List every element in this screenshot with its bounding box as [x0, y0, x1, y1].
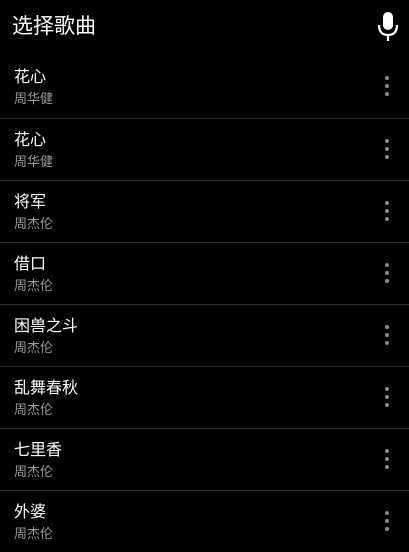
song-list-item[interactable]: 乱舞春秋 周杰伦	[0, 366, 409, 428]
song-list-item[interactable]: 七里香 周杰伦	[0, 428, 409, 490]
song-overflow-menu-button[interactable]	[378, 384, 396, 410]
more-vertical-icon	[385, 325, 389, 345]
song-artist: 周杰伦	[14, 279, 54, 294]
song-artist: 周杰伦	[14, 341, 54, 356]
song-list-item[interactable]: 花心 周华健	[0, 118, 409, 180]
more-vertical-icon	[385, 387, 389, 407]
song-artist: 周杰伦	[14, 465, 54, 480]
song-title: 困兽之斗	[14, 316, 79, 335]
song-artist: 周杰伦	[14, 403, 54, 418]
song-overflow-menu-button[interactable]	[378, 508, 396, 534]
song-list-item[interactable]: 困兽之斗 周杰伦	[0, 304, 409, 366]
voice-search-button[interactable]	[374, 10, 402, 44]
song-title: 将军	[14, 192, 47, 211]
song-artist: 周华健	[14, 92, 54, 107]
song-list-item[interactable]: 将军 周杰伦	[0, 180, 409, 242]
song-title: 七里香	[14, 440, 63, 459]
song-overflow-menu-button[interactable]	[378, 260, 396, 286]
more-vertical-icon	[385, 263, 389, 283]
more-vertical-icon	[385, 511, 389, 531]
song-list-item[interactable]: 借口 周杰伦	[0, 242, 409, 304]
song-overflow-menu-button[interactable]	[378, 73, 396, 99]
song-title: 借口	[14, 254, 47, 273]
microphone-icon	[377, 12, 399, 41]
song-title: 外婆	[14, 502, 47, 521]
song-title: 乱舞春秋	[14, 378, 79, 397]
song-overflow-menu-button[interactable]	[378, 446, 396, 472]
page-title: 选择歌曲	[12, 14, 96, 38]
more-vertical-icon	[385, 201, 389, 221]
more-vertical-icon	[385, 449, 389, 469]
song-title: 花心	[14, 130, 47, 149]
song-list: 花心 周华健 花心 周华健 将军 周杰伦 借口 周杰伦 困兽之斗 周杰伦 乱舞春…	[0, 56, 409, 552]
song-overflow-menu-button[interactable]	[378, 136, 396, 162]
more-vertical-icon	[385, 139, 389, 159]
app-bar: 选择歌曲	[0, 0, 409, 56]
song-list-item[interactable]: 外婆 周杰伦	[0, 490, 409, 552]
song-list-item[interactable]: 花心 周华健	[0, 56, 409, 118]
more-vertical-icon	[385, 76, 389, 96]
song-title: 花心	[14, 67, 47, 86]
song-artist: 周杰伦	[14, 217, 54, 232]
song-overflow-menu-button[interactable]	[378, 198, 396, 224]
song-artist: 周华健	[14, 155, 54, 170]
song-overflow-menu-button[interactable]	[378, 322, 396, 348]
song-artist: 周杰伦	[14, 527, 54, 542]
